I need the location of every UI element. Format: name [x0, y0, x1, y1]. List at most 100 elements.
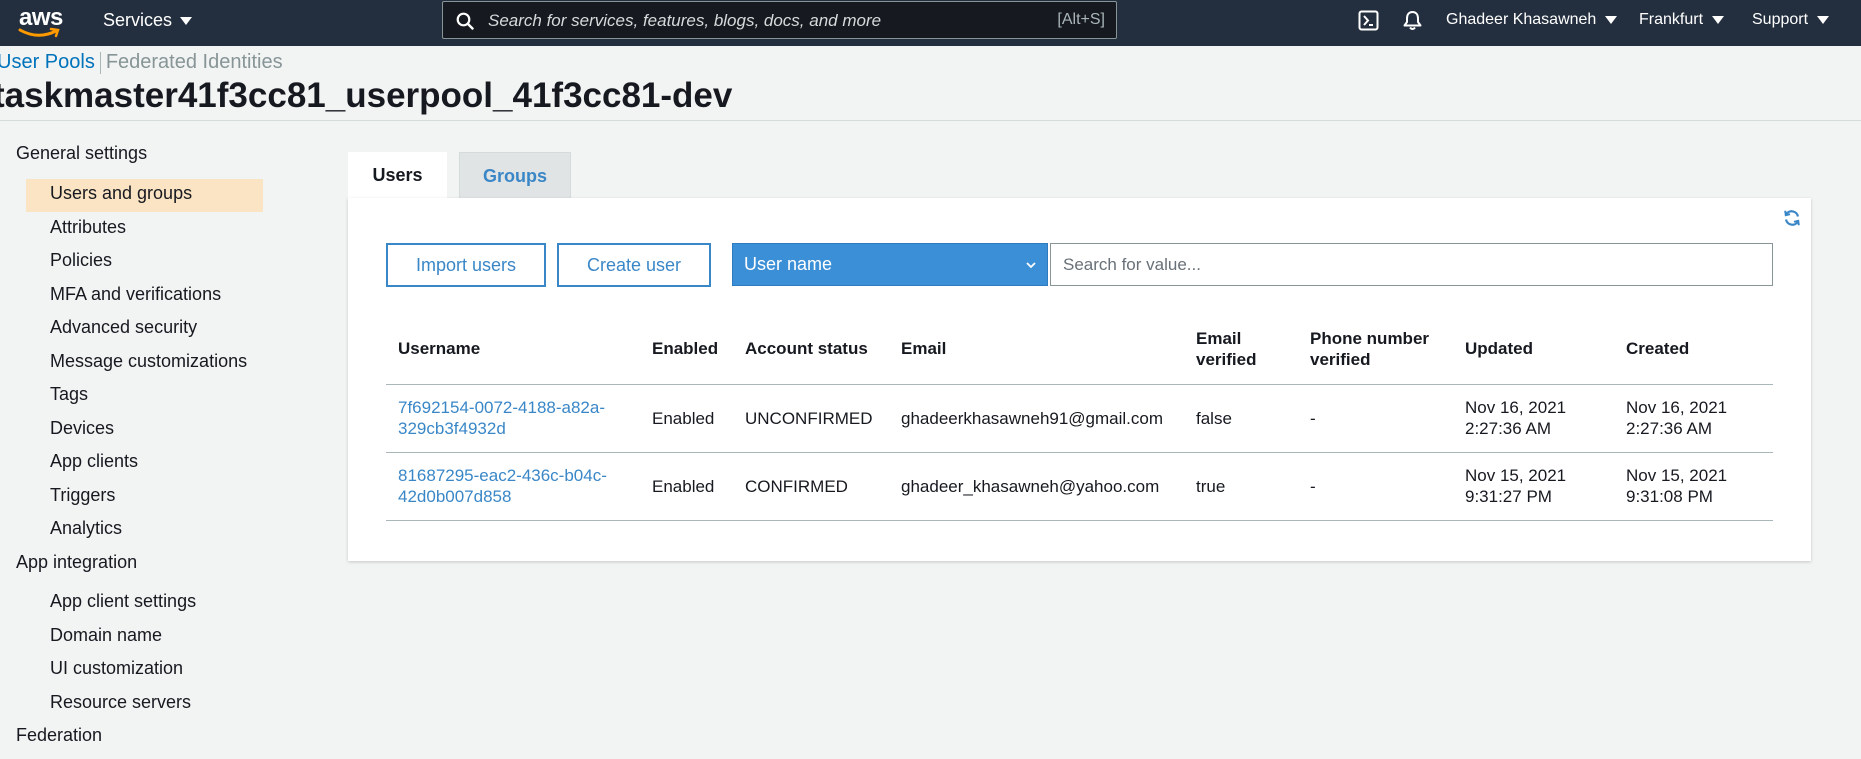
account-name: Ghadeer Khasawneh	[1446, 11, 1597, 28]
cell-email: ghadeerkhasawneh91@gmail.com	[889, 384, 1184, 453]
username-line2: 42d0b007d858	[398, 487, 512, 506]
services-label: Services	[103, 10, 173, 30]
sidebar-item-resource-servers[interactable]: Resource servers	[50, 692, 191, 713]
users-panel: Import users Create user User name Usern…	[348, 198, 1811, 561]
search-shortcut-hint: [Alt+S]	[1057, 11, 1105, 28]
chevron-down-icon	[1026, 262, 1036, 269]
table-row: 7f692154-0072-4188-a82a- 329cb3f4932d Ena…	[386, 384, 1773, 453]
cell-phone-verified: -	[1298, 384, 1453, 453]
sidebar-item-triggers[interactable]: Triggers	[50, 485, 115, 506]
region-name: Frankfurt	[1639, 11, 1704, 28]
cell-email-verified: true	[1184, 452, 1298, 521]
top-navigation-bar: aws Services [Alt+S] Ghadeer Khasawneh F…	[0, 0, 1861, 46]
cell-email-verified: false	[1184, 384, 1298, 453]
sidebar-item-tags[interactable]: Tags	[50, 384, 88, 405]
created-date: Nov 15, 2021	[1626, 466, 1728, 485]
updated-date: Nov 16, 2021	[1465, 398, 1567, 417]
col-phone-verified-line2: verified	[1310, 349, 1371, 369]
search-icon	[456, 12, 474, 30]
tab-groups[interactable]: Groups	[459, 152, 571, 199]
sidebar-item-policies[interactable]: Policies	[50, 250, 112, 271]
col-username[interactable]: Username	[386, 314, 640, 385]
username-line1: 7f692154-0072-4188-a82a-	[398, 398, 606, 417]
cell-created: Nov 15, 2021 9:31:08 PM	[1614, 452, 1773, 521]
cell-username: 81687295-eac2-436c-b04c- 42d0b007d858	[386, 452, 640, 521]
tab-users[interactable]: Users	[348, 152, 447, 199]
breadcrumb-federated-identities[interactable]: Federated Identities	[106, 51, 283, 74]
cell-phone-verified: -	[1298, 452, 1453, 521]
users-table: Username Enabled Account status Email Em…	[386, 314, 1773, 521]
sidebar-item-ui-customization[interactable]: UI customization	[50, 658, 183, 679]
col-email-verified-line2: verified	[1196, 349, 1257, 369]
create-user-button[interactable]: Create user	[557, 243, 711, 287]
table-header-row: Username Enabled Account status Email Em…	[386, 314, 1773, 385]
created-time: 2:27:36 AM	[1626, 419, 1713, 438]
global-search[interactable]: [Alt+S]	[442, 1, 1117, 39]
sidebar-item-domain-name[interactable]: Domain name	[50, 625, 162, 646]
sidebar-section-general-settings[interactable]: General settings	[16, 143, 147, 164]
region-menu[interactable]: Frankfurt	[1639, 11, 1725, 29]
search-value-input[interactable]	[1050, 243, 1773, 286]
breadcrumb-divider	[99, 51, 101, 74]
bell-icon[interactable]	[1402, 10, 1423, 31]
col-account-status[interactable]: Account status	[733, 314, 889, 385]
created-time: 9:31:08 PM	[1626, 487, 1713, 506]
cell-account-status: UNCONFIRMED	[733, 384, 889, 453]
sidebar-item-app-clients[interactable]: App clients	[50, 451, 138, 472]
col-created[interactable]: Created	[1614, 314, 1773, 385]
support-menu[interactable]: Support	[1752, 11, 1830, 29]
username-link[interactable]: 7f692154-0072-4188-a82a- 329cb3f4932d	[398, 398, 605, 438]
cell-account-status: CONFIRMED	[733, 452, 889, 521]
account-menu[interactable]: Ghadeer Khasawneh	[1446, 11, 1618, 29]
sidebar-item-advanced-security[interactable]: Advanced security	[50, 317, 197, 338]
sidebar-item-analytics[interactable]: Analytics	[50, 518, 122, 539]
support-label: Support	[1752, 11, 1809, 28]
caret-down-icon	[1817, 16, 1830, 24]
refresh-icon[interactable]	[1783, 209, 1801, 227]
updated-date: Nov 15, 2021	[1465, 466, 1567, 485]
table-row: 81687295-eac2-436c-b04c- 42d0b007d858 Ena…	[386, 452, 1773, 521]
import-users-button[interactable]: Import users	[386, 243, 546, 287]
cell-updated: Nov 15, 2021 9:31:27 PM	[1453, 452, 1614, 521]
cell-created: Nov 16, 2021 2:27:36 AM	[1614, 384, 1773, 453]
sidebar-item-mfa-and-verifications[interactable]: MFA and verifications	[50, 284, 221, 305]
aws-smile-icon	[18, 27, 60, 38]
username-line1: 81687295-eac2-436c-b04c-	[398, 466, 607, 485]
search-attribute-selected: User name	[744, 254, 833, 274]
breadcrumb-user-pools[interactable]: User Pools	[0, 51, 95, 74]
col-email-verified[interactable]: Email verified	[1184, 314, 1298, 385]
cell-updated: Nov 16, 2021 2:27:36 AM	[1453, 384, 1614, 453]
updated-time: 9:31:27 PM	[1465, 487, 1552, 506]
sidebar-item-attributes[interactable]: Attributes	[50, 217, 126, 238]
aws-logo[interactable]: aws	[18, 4, 64, 40]
cell-enabled: Enabled	[640, 384, 733, 453]
caret-down-icon	[180, 16, 193, 25]
col-email-verified-line1: Email	[1196, 328, 1242, 348]
search-attribute-select[interactable]: User name	[732, 243, 1048, 286]
sidebar-item-users-and-groups[interactable]: Users and groups	[50, 183, 192, 204]
services-menu[interactable]: Services	[103, 10, 193, 31]
username-line2: 329cb3f4932d	[398, 419, 506, 438]
global-search-input[interactable]	[488, 8, 1028, 34]
updated-time: 2:27:36 AM	[1465, 419, 1552, 438]
caret-down-icon	[1712, 16, 1725, 24]
sidebar-item-message-customizations[interactable]: Message customizations	[50, 351, 247, 372]
caret-down-icon	[1605, 16, 1618, 24]
sidebar-item-devices[interactable]: Devices	[50, 418, 114, 439]
sidebar-section-federation[interactable]: Federation	[16, 725, 102, 746]
cloudshell-icon[interactable]	[1358, 10, 1379, 31]
page-title: taskmaster41f3cc81_userpool_41f3cc81-dev	[0, 76, 733, 115]
sidebar-item-app-client-settings[interactable]: App client settings	[50, 591, 196, 612]
cell-enabled: Enabled	[640, 452, 733, 521]
header-divider	[0, 120, 1861, 121]
breadcrumb: User Pools Federated Identities	[0, 51, 283, 74]
col-phone-verified-line1: Phone number	[1310, 328, 1430, 348]
col-phone-verified[interactable]: Phone number verified	[1298, 314, 1453, 385]
created-date: Nov 16, 2021	[1626, 398, 1728, 417]
col-email[interactable]: Email	[889, 314, 1184, 385]
cell-username: 7f692154-0072-4188-a82a- 329cb3f4932d	[386, 384, 640, 453]
col-updated[interactable]: Updated	[1453, 314, 1614, 385]
col-enabled[interactable]: Enabled	[640, 314, 733, 385]
username-link[interactable]: 81687295-eac2-436c-b04c- 42d0b007d858	[398, 466, 607, 506]
sidebar-section-app-integration[interactable]: App integration	[16, 552, 137, 573]
